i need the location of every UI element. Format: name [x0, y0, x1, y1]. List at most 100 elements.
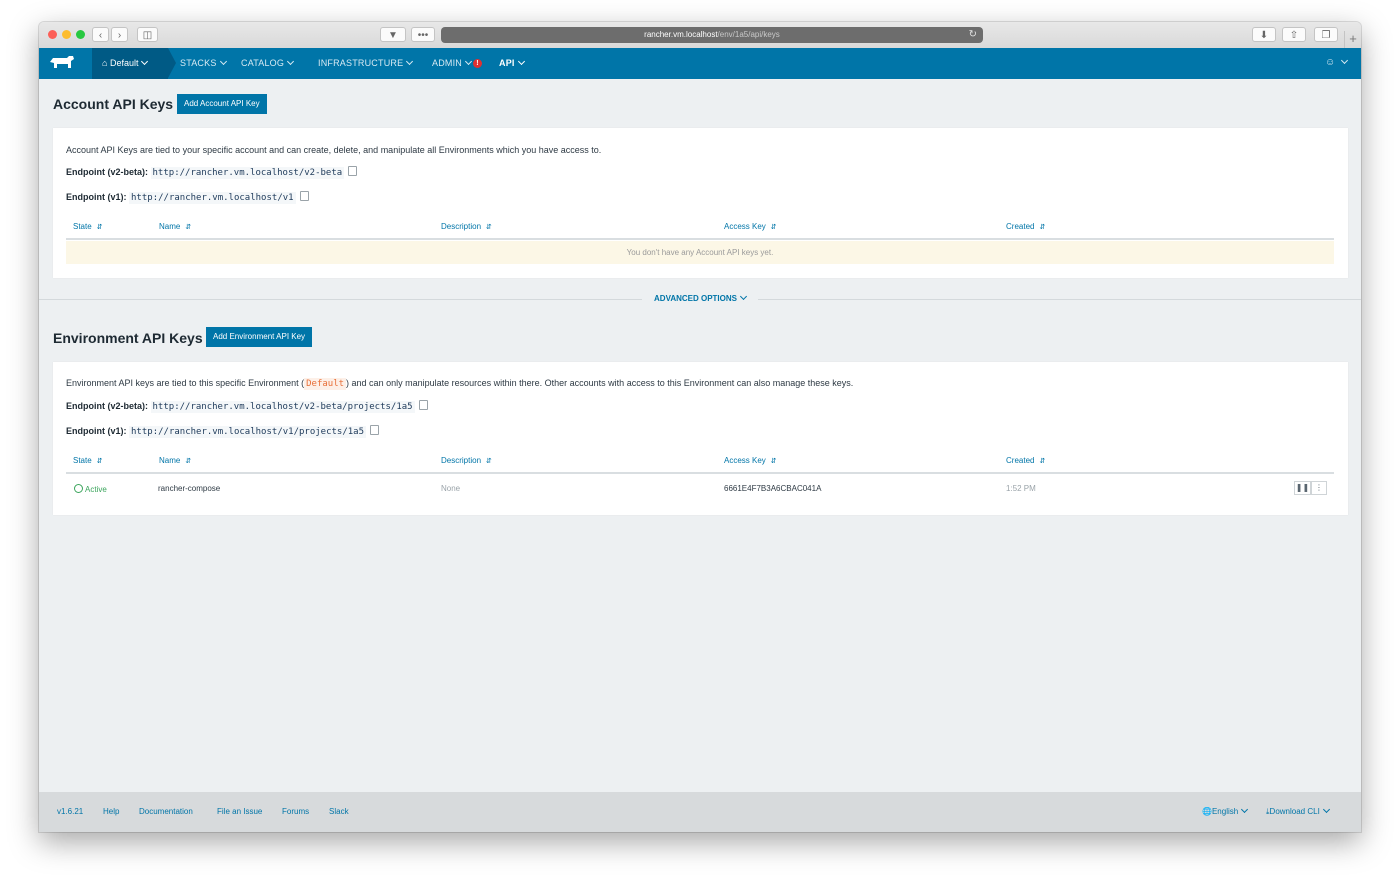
user-menu[interactable]: ☺	[1325, 56, 1349, 68]
state-badge: Active	[74, 483, 107, 494]
sort-icon: ⇵	[770, 224, 777, 231]
active-circle-icon	[74, 484, 83, 493]
back-button[interactable]: ‹	[92, 27, 109, 42]
copy-clipboard-icon[interactable]	[348, 166, 358, 176]
sort-icon: ⇵	[185, 458, 192, 465]
key-name: rancher-compose	[158, 484, 221, 493]
column-access-key[interactable]: Access Key ⇵	[724, 456, 777, 465]
environment-description-post: ) and can only manipulate resources with…	[346, 378, 854, 388]
copy-clipboard-icon[interactable]	[370, 425, 380, 435]
column-name[interactable]: Name ⇵	[159, 456, 191, 465]
nav-stacks-label: STACKS	[180, 58, 217, 68]
file-issue-link[interactable]: File an Issue	[217, 807, 262, 816]
version-link[interactable]: v1.6.21	[57, 807, 83, 816]
sort-icon: ⇵	[770, 458, 777, 465]
account-endpoint-v2: Endpoint (v2-beta): http://rancher.vm.lo…	[66, 165, 358, 179]
zoom-window-button[interactable]	[76, 30, 85, 39]
slack-link[interactable]: Slack	[329, 807, 349, 816]
column-description-label: Description	[441, 456, 482, 465]
table-row: Active rancher-compose None 6661E4F7B3A6…	[66, 474, 1334, 502]
download-cli-label: Download CLI	[1269, 807, 1320, 816]
copy-clipboard-icon[interactable]	[299, 191, 309, 201]
endpoint-v2-label: Endpoint (v2-beta):	[66, 401, 148, 411]
column-created-label: Created	[1006, 456, 1035, 465]
column-description[interactable]: Description ⇵	[441, 456, 492, 465]
close-window-button[interactable]	[48, 30, 57, 39]
nav-admin-label: ADMIN	[432, 58, 462, 68]
endpoint-v1-label: Endpoint (v1):	[66, 192, 127, 202]
pause-icon: ❚❚	[1295, 483, 1310, 492]
add-environment-api-key-button[interactable]: Add Environment API Key	[206, 327, 313, 347]
advanced-options-label: ADVANCED OPTIONS	[654, 294, 737, 303]
column-state-label: State	[73, 456, 92, 465]
environment-endpoint-v2: Endpoint (v2-beta): http://rancher.vm.lo…	[66, 399, 428, 413]
app-header: ⌂ Default STACKS CATALOG INFRASTRUCTURE …	[39, 48, 1361, 79]
globe-icon: 🌐	[1202, 807, 1212, 816]
column-created[interactable]: Created ⇵	[1006, 456, 1045, 465]
download-icon[interactable]: ⬇	[1252, 27, 1276, 42]
tabs-icon[interactable]: ❐	[1314, 27, 1338, 42]
column-state[interactable]: State ⇵	[73, 456, 103, 465]
shield-icon[interactable]: ▼	[380, 27, 406, 42]
home-icon: ⌂	[102, 58, 108, 68]
advanced-options-toggle[interactable]: ADVANCED OPTIONS	[642, 292, 758, 303]
sort-icon: ⇵	[486, 224, 492, 231]
kebab-menu-icon: ⋮	[1315, 483, 1323, 492]
chevron-down-icon	[1322, 805, 1330, 814]
new-tab-button[interactable]: +	[1344, 31, 1361, 48]
add-account-api-key-button[interactable]: Add Account API Key	[177, 94, 267, 114]
state-label: Active	[85, 485, 107, 494]
minimize-window-button[interactable]	[62, 30, 71, 39]
row-actions-button[interactable]: ⋮	[1311, 481, 1327, 495]
chevron-down-icon	[464, 57, 473, 66]
chevron-down-icon	[141, 57, 149, 66]
chevron-down-icon	[287, 57, 295, 66]
reload-icon[interactable]: ↻	[969, 27, 977, 43]
nav-admin[interactable]: ADMIN!	[432, 48, 482, 79]
copy-clipboard-icon[interactable]	[418, 400, 428, 410]
environment-endpoint-v1: Endpoint (v1): http://rancher.vm.localho…	[66, 424, 380, 438]
key-description: None	[441, 484, 461, 493]
help-link[interactable]: Help	[103, 807, 119, 816]
column-state-label: State	[73, 222, 92, 231]
deactivate-button[interactable]: ❚❚	[1294, 481, 1311, 495]
sort-icon: ⇵	[486, 458, 492, 465]
column-state[interactable]: State ⇵	[73, 222, 103, 231]
forums-link[interactable]: Forums	[282, 807, 309, 816]
nav-api[interactable]: API	[499, 48, 525, 79]
key-created: 1:52 PM	[1006, 484, 1036, 493]
download-cli-button[interactable]: ⤓Download CLI	[1266, 805, 1330, 817]
column-access-key[interactable]: Access Key ⇵	[724, 222, 777, 231]
column-created-label: Created	[1006, 222, 1035, 231]
column-created[interactable]: Created ⇵	[1006, 222, 1045, 231]
share-icon[interactable]: ⇧	[1282, 27, 1306, 42]
column-access-key-label: Access Key	[724, 222, 766, 231]
endpoint-v2-url[interactable]: http://rancher.vm.localhost/v2-beta	[150, 167, 345, 179]
account-keys-title: Account API Keys	[53, 96, 174, 112]
column-name[interactable]: Name ⇵	[159, 222, 191, 231]
endpoint-v1-url[interactable]: http://rancher.vm.localhost/v1/projects/…	[129, 426, 367, 438]
endpoint-v1-url[interactable]: http://rancher.vm.localhost/v1	[129, 192, 296, 204]
environment-keys-table-header: State ⇵ Name ⇵ Description ⇵ Access Key ⇵ Cr…	[66, 452, 1334, 474]
rancher-logo-icon[interactable]	[49, 56, 75, 70]
column-description[interactable]: Description ⇵	[441, 222, 492, 231]
sort-icon: ⇵	[96, 458, 103, 465]
sidebar-toggle-icon[interactable]: ◫	[137, 27, 158, 42]
nav-catalog[interactable]: CATALOG	[241, 48, 295, 79]
language-selector[interactable]: 🌐English	[1202, 805, 1249, 816]
browser-window: ‹ › ◫ ▼ ••• rancher.vm.localhost/env/1a5…	[39, 22, 1361, 832]
column-description-label: Description	[441, 222, 482, 231]
environment-switcher[interactable]: ⌂ Default	[92, 48, 176, 79]
environment-name-code: Default	[304, 378, 347, 390]
more-options-icon[interactable]: •••	[411, 27, 435, 42]
nav-infrastructure[interactable]: INFRASTRUCTURE	[318, 48, 414, 79]
nav-infrastructure-label: INFRASTRUCTURE	[318, 58, 404, 68]
documentation-link[interactable]: Documentation	[139, 807, 193, 816]
environment-keys-card: Environment API keys are tied to this sp…	[53, 362, 1348, 515]
nav-stacks[interactable]: STACKS	[180, 48, 227, 79]
forward-button[interactable]: ›	[111, 27, 128, 42]
address-bar[interactable]: rancher.vm.localhost/env/1a5/api/keys ↻	[441, 27, 983, 43]
footer: v1.6.21 Help Documentation File an Issue…	[39, 792, 1361, 832]
key-access-key: 6661E4F7B3A6CBAC041A	[724, 484, 822, 493]
endpoint-v2-url[interactable]: http://rancher.vm.localhost/v2-beta/proj…	[150, 401, 415, 413]
